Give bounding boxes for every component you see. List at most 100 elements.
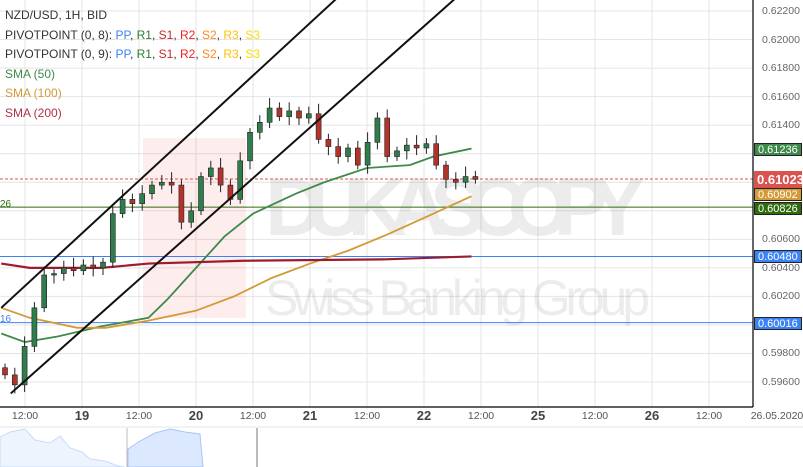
candle-body	[394, 150, 400, 157]
pivot-items: PP, R1, S1, R2, S2, R3, S3	[115, 47, 261, 61]
candle-body	[325, 139, 332, 147]
price-tag-pivot-green: 0.60826	[754, 202, 802, 216]
candle-body	[276, 107, 283, 117]
candle-body	[110, 213, 116, 263]
candle-body	[296, 110, 302, 119]
price-tag-pivot-blue-1: 0.60480	[754, 250, 802, 264]
candle-body	[374, 117, 381, 143]
price-tag-sma50: 0.61236	[754, 142, 802, 156]
candle-body	[60, 267, 67, 274]
candle-body	[345, 147, 351, 157]
candle-body	[2, 367, 8, 376]
x-tick-label: 19	[74, 408, 90, 423]
sma100-legend[interactable]: SMA (100)	[5, 84, 260, 104]
candle-body	[159, 181, 165, 186]
price-tag-sma100: 0.60902	[754, 188, 802, 202]
candle-body	[384, 117, 391, 157]
candle-body	[188, 210, 194, 223]
y-tick-label: 0.59800	[762, 347, 800, 360]
x-tick-label: 12:00	[581, 410, 609, 422]
price-tag-current: 0.61023	[754, 170, 803, 188]
y-tick-label: 0.61600	[762, 90, 800, 103]
candle-body	[443, 164, 449, 180]
x-tick-label: 12:00	[353, 410, 381, 422]
x-tick-label: 12:00	[467, 410, 495, 422]
pivot-legend-s2: S2	[202, 47, 217, 61]
blue-level-label: 16	[0, 314, 12, 325]
svg-text:Swiss Banking Group: Swiss Banking Group	[265, 270, 650, 326]
x-tick-label: 20	[188, 408, 204, 423]
candle-body	[100, 261, 106, 269]
sma200-legend[interactable]: SMA (200)	[5, 104, 260, 124]
pivot-legend-s1: S1	[158, 27, 174, 42]
y-tick-label: 0.62200	[762, 5, 800, 17]
x-tick-label: 12:00	[239, 410, 267, 422]
x-tick-label: 12:00	[11, 410, 39, 422]
candle-body	[119, 199, 126, 214]
candle-body	[286, 110, 293, 117]
candle-body	[256, 122, 263, 133]
candle-body	[168, 181, 175, 186]
candle-body	[129, 199, 136, 204]
x-tick-label: 26	[644, 408, 660, 423]
pivot-legend-r1: R1	[136, 27, 152, 42]
candle-body	[90, 264, 96, 269]
candle-body	[354, 147, 361, 166]
candle-body	[413, 144, 420, 149]
candle-body	[462, 176, 469, 183]
pivot-legend-r1: R1	[136, 47, 152, 61]
candle-body	[335, 146, 342, 157]
candle-body	[237, 160, 243, 200]
x-tick-label: 25	[530, 408, 546, 423]
candle-body	[472, 176, 479, 180]
candle-body	[364, 141, 371, 166]
navigator[interactable]	[0, 428, 258, 467]
pivot-legend-s2: S2	[202, 27, 217, 42]
pivot-legend-s3: S3	[245, 47, 261, 61]
candle-body	[80, 264, 87, 272]
pivot-legend-s3: S3	[245, 27, 261, 42]
candle-body	[70, 267, 77, 272]
candle-body	[208, 167, 214, 177]
pivot-legend-r3: R3	[223, 27, 239, 42]
y-tick-label: 0.60200	[762, 290, 800, 303]
x-tick-label: 12:00	[695, 410, 723, 422]
candle-body	[139, 193, 145, 204]
pivot-legend-pp: PP	[115, 27, 130, 42]
candle-body	[305, 113, 312, 119]
candle-body	[217, 167, 224, 186]
pivot-legend-r2: R2	[180, 27, 196, 42]
pivot-legend-r3: R3	[223, 47, 239, 61]
pivot-legend-2: PIVOTPOINT (0, 9): PP, R1, S1, R2, S2, R…	[5, 47, 261, 61]
y-tick-label: 0.61800	[762, 62, 800, 75]
candle-body	[403, 144, 410, 152]
price-tag-pivot-blue-2: 0.60016	[754, 316, 802, 330]
x-tick-label: 22	[416, 408, 432, 423]
y-tick-label: 0.60600	[762, 233, 800, 246]
y-tick-label: 0.62000	[762, 33, 800, 46]
candle-body	[433, 143, 440, 166]
pivot-legend-r2: R2	[180, 47, 196, 61]
pivot-items: PP, R1, S1, R2, S2, R3, S3	[115, 27, 261, 42]
pivot-legend-s1: S1	[158, 47, 174, 61]
sma50-legend[interactable]: SMA (50)	[5, 65, 260, 85]
y-tick-label: 0.61400	[762, 119, 800, 132]
pivot-legend-1: PIVOTPOINT (0, 8): PP, R1, S1, R2, S2, R…	[5, 27, 261, 42]
candle-body	[266, 107, 273, 123]
candle-body	[51, 273, 57, 276]
candle-body	[198, 176, 204, 212]
x-tick-label: 26.05.2020	[750, 410, 803, 422]
instrument-title: NZD/USD, 1H, BID	[5, 8, 108, 22]
y-tick-label: 0.59600	[762, 376, 800, 389]
candle-body	[452, 179, 459, 183]
pivot-legend-pp: PP	[115, 47, 130, 61]
chart-legend: NZD/USD, 1H, BID PIVOTPOINT (0, 8): PP, …	[5, 6, 260, 123]
x-tick-label: 12:00	[125, 410, 153, 422]
candle-body	[423, 143, 430, 149]
candle-body	[178, 184, 185, 223]
candle-body	[12, 374, 18, 386]
x-tick-label: 21	[302, 408, 318, 423]
candle-body	[149, 184, 155, 194]
candle-body	[41, 274, 48, 309]
candle-body	[31, 307, 38, 347]
